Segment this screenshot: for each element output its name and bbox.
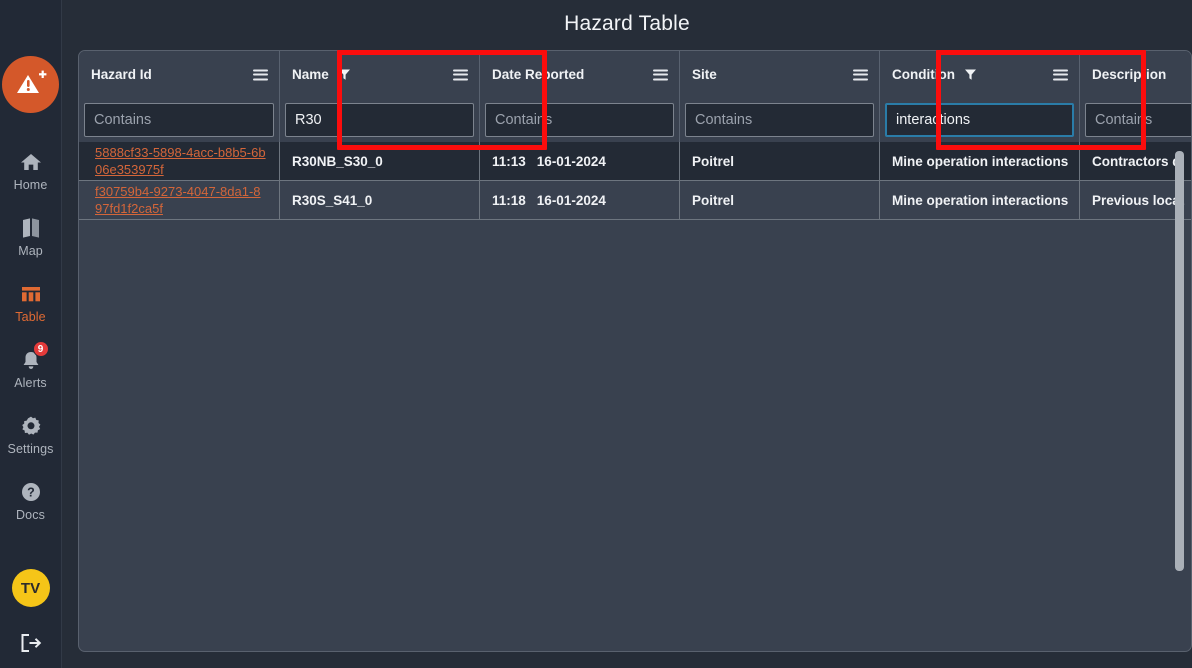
sidebar-item-home[interactable]: Home: [0, 149, 62, 192]
hazard-id-link[interactable]: f30759b4-9273-4047-8da1-897fd1f2ca5f: [95, 183, 267, 217]
column-header-date-reported[interactable]: Date Reported: [480, 51, 680, 98]
grid-body: 5888cf33-5898-4acc-b8b5-6b06e353975f R30…: [79, 142, 1191, 220]
sidebar-item-map[interactable]: Map: [0, 215, 62, 258]
filter-input-description[interactable]: [1085, 103, 1191, 137]
filter-cell-site: [680, 98, 880, 142]
hazard-id-link[interactable]: 5888cf33-5898-4acc-b8b5-6b06e353975f: [95, 144, 267, 178]
sidebar-item-label: Table: [15, 310, 46, 324]
column-header-label: Hazard Id: [91, 67, 152, 82]
cell-date-reported: 11:18 16-01-2024: [480, 181, 680, 219]
funnel-icon[interactable]: [338, 68, 351, 81]
filter-input-date-reported[interactable]: [485, 103, 674, 137]
svg-text:?: ?: [27, 486, 35, 500]
data-grid: Hazard Id Name Date Reported Site Condit…: [79, 51, 1191, 220]
app-logo[interactable]: [2, 56, 59, 113]
column-header-name[interactable]: Name: [280, 51, 480, 98]
filter-input-site[interactable]: [685, 103, 874, 137]
sidebar-item-settings[interactable]: Settings: [0, 413, 62, 456]
cell-date: 16-01-2024: [536, 192, 606, 208]
gear-icon: [20, 413, 42, 439]
topbar: Hazard Table: [17, 0, 1192, 47]
column-header-label: Name: [292, 67, 329, 82]
cell-condition: Mine operation interactions: [880, 181, 1080, 219]
filter-cell-condition: [880, 98, 1080, 142]
filter-cell-name: [280, 98, 480, 142]
column-header-description[interactable]: Description: [1080, 51, 1191, 98]
hazard-add-icon[interactable]: [2, 56, 59, 113]
grid-header-row: Hazard Id Name Date Reported Site Condit…: [79, 51, 1191, 98]
hamburger-icon[interactable]: [853, 69, 868, 80]
cell-date: 16-01-2024: [536, 153, 606, 169]
filter-cell-hazard-id: [79, 98, 280, 142]
column-header-hazard-id[interactable]: Hazard Id: [79, 51, 280, 98]
filter-input-condition[interactable]: [885, 103, 1074, 137]
app-root: Home Map Table 9 Alerts Settings ? Docs …: [0, 0, 1192, 668]
avatar[interactable]: TV: [11, 569, 50, 607]
cell-condition: Mine operation interactions: [880, 142, 1080, 180]
filter-input-hazard-id[interactable]: [84, 103, 274, 137]
table-icon: [20, 281, 42, 307]
column-header-label: Site: [692, 67, 717, 82]
cell-name: R30S_S41_0: [280, 181, 480, 219]
cell-hazard-id: f30759b4-9273-4047-8da1-897fd1f2ca5f: [79, 181, 280, 219]
cell-site: Poitrel: [680, 142, 880, 180]
sidebar-item-docs[interactable]: ? Docs: [0, 479, 62, 522]
sidebar: Home Map Table 9 Alerts Settings ? Docs …: [0, 0, 62, 668]
hazard-table-panel: Hazard Id Name Date Reported Site Condit…: [78, 50, 1192, 652]
grid-filter-row: [79, 98, 1191, 142]
table-row[interactable]: f30759b4-9273-4047-8da1-897fd1f2ca5f R30…: [79, 181, 1191, 220]
sidebar-item-alerts[interactable]: 9 Alerts: [0, 341, 62, 390]
filter-cell-description: [1080, 98, 1191, 142]
vertical-scrollbar[interactable]: [1175, 151, 1184, 571]
logout-icon[interactable]: [19, 632, 43, 654]
sidebar-item-label: Home: [13, 178, 48, 192]
column-header-label: Condition: [892, 67, 955, 82]
sidebar-item-label: Alerts: [14, 376, 47, 390]
home-icon: [20, 149, 42, 175]
sidebar-item-label: Settings: [7, 442, 54, 456]
hamburger-icon[interactable]: [453, 69, 468, 80]
hamburger-icon[interactable]: [1053, 69, 1068, 80]
cell-name: R30NB_S30_0: [280, 142, 480, 180]
filter-input-name[interactable]: [285, 103, 474, 137]
hamburger-icon[interactable]: [653, 69, 668, 80]
cell-time: 11:13: [492, 153, 526, 169]
page-title: Hazard Table: [564, 11, 690, 35]
map-icon: [21, 215, 41, 241]
column-header-site[interactable]: Site: [680, 51, 880, 98]
table-row[interactable]: 5888cf33-5898-4acc-b8b5-6b06e353975f R30…: [79, 142, 1191, 181]
hamburger-icon[interactable]: [253, 69, 268, 80]
sidebar-item-label: Docs: [16, 508, 45, 522]
sidebar-item-label: Map: [18, 244, 43, 258]
cell-date-reported: 11:13 16-01-2024: [480, 142, 680, 180]
cell-time: 11:18: [492, 192, 526, 208]
column-header-label: Date Reported: [492, 67, 585, 82]
main-area: Hazard Table Hazard Id Name Date Reporte…: [17, 0, 1192, 668]
bell-icon: 9: [20, 341, 49, 373]
question-icon: ?: [20, 479, 42, 505]
column-header-condition[interactable]: Condition: [880, 51, 1080, 98]
sidebar-item-table[interactable]: Table: [0, 281, 62, 324]
filter-cell-date-reported: [480, 98, 680, 142]
column-header-label: Description: [1092, 67, 1167, 82]
cell-site: Poitrel: [680, 181, 880, 219]
cell-hazard-id: 5888cf33-5898-4acc-b8b5-6b06e353975f: [79, 142, 280, 180]
funnel-icon[interactable]: [964, 68, 977, 81]
alerts-badge: 9: [32, 341, 49, 357]
